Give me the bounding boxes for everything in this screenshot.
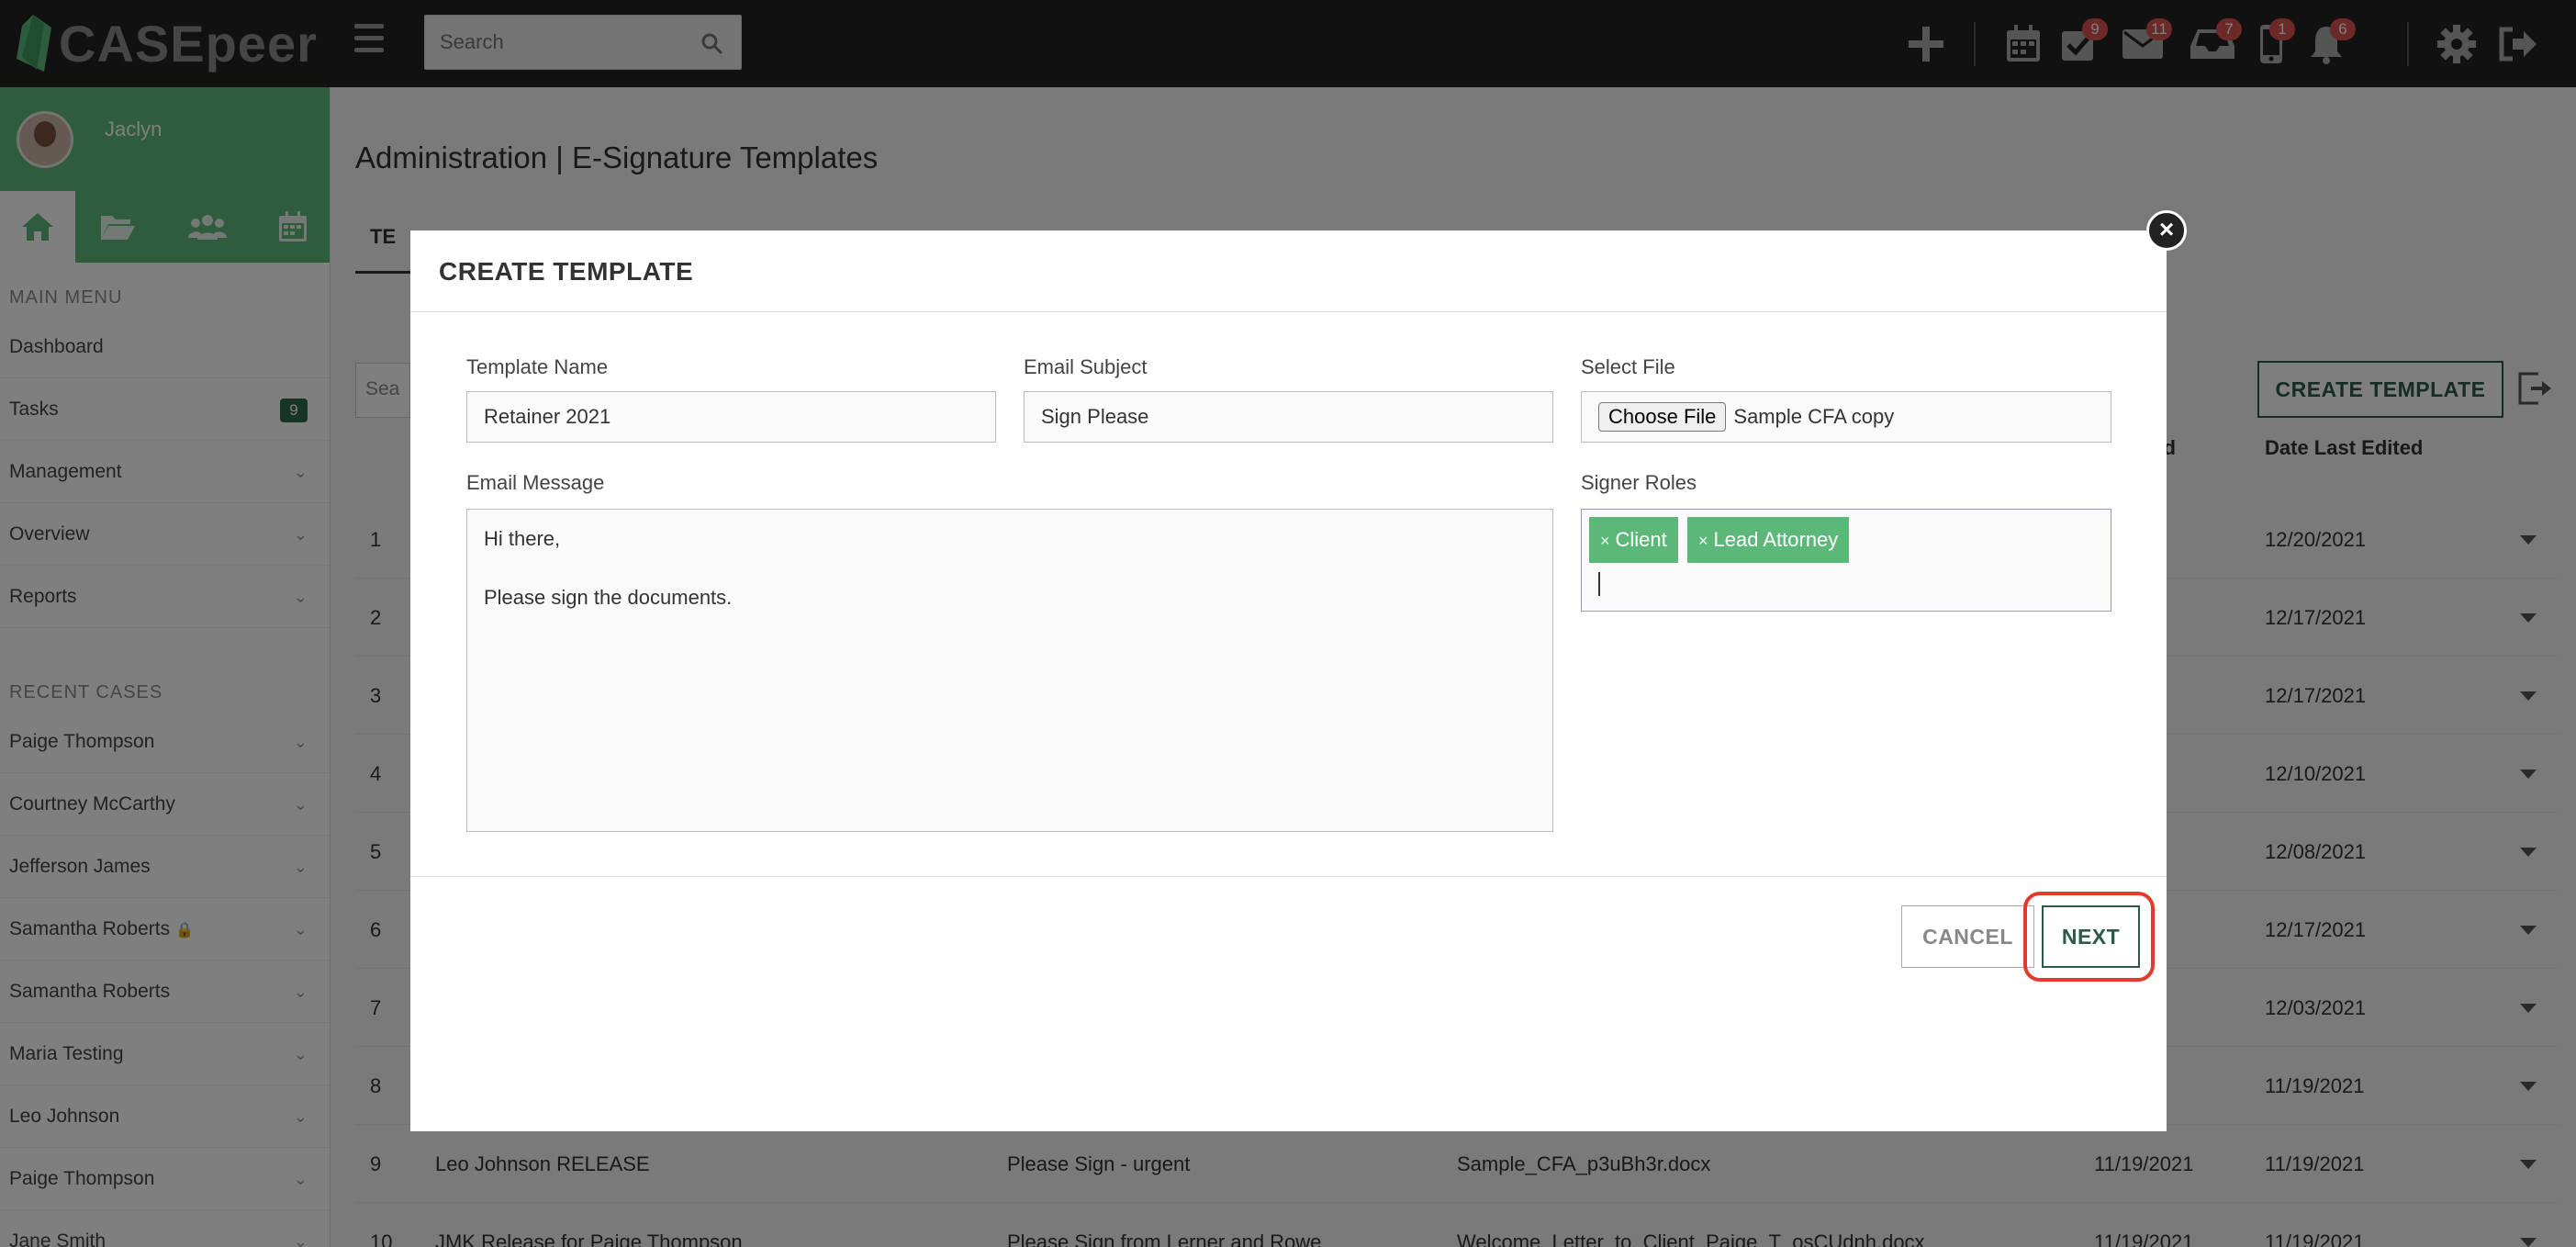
signer-roles-input[interactable]: × Client × Lead Attorney: [1581, 509, 2111, 612]
select-file-field: Choose File Sample CFA copy: [1581, 391, 2111, 443]
remove-tag-icon[interactable]: ×: [1698, 532, 1708, 550]
template-name-label: Template Name: [466, 355, 609, 378]
remove-tag-icon[interactable]: ×: [1600, 532, 1610, 550]
signer-role-tag-client: × Client: [1589, 517, 1678, 563]
create-template-modal: CREATE TEMPLATE Template Name Retainer 2…: [410, 230, 2167, 1131]
signer-role-tag-lead-attorney: × Lead Attorney: [1687, 517, 1850, 563]
email-subject-label: Email Subject: [1024, 355, 1148, 378]
select-file-label: Select File: [1581, 355, 1675, 378]
close-modal-icon[interactable]: ×: [2146, 210, 2187, 251]
email-message-label: Email Message: [466, 471, 605, 494]
selected-file-name: Sample CFA copy: [1733, 405, 1895, 428]
modal-title: CREATE TEMPLATE: [410, 230, 2167, 312]
choose-file-button[interactable]: Choose File: [1598, 402, 1727, 432]
email-subject-input[interactable]: Sign Please: [1024, 391, 1553, 443]
signer-roles-label: Signer Roles: [1581, 471, 1697, 494]
modal-footer-divider: [410, 876, 2167, 877]
text-cursor: [1598, 572, 1600, 596]
template-name-input[interactable]: Retainer 2021: [466, 391, 996, 443]
next-button-highlight: [2023, 892, 2155, 982]
cancel-button[interactable]: CANCEL: [1901, 905, 2034, 968]
email-message-textarea[interactable]: Hi there, Please sign the documents.: [466, 509, 1553, 832]
